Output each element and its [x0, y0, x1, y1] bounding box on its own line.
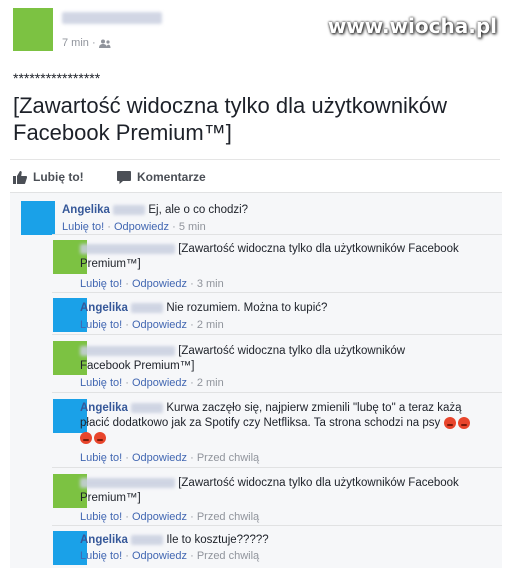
divider: [52, 334, 502, 335]
angry-emoji-icon: [443, 416, 456, 429]
divider: [52, 525, 502, 526]
meta-separator: ·: [91, 37, 96, 49]
comment-time[interactable]: 2 min: [197, 377, 224, 389]
comment-reply-link[interactable]: Odpowiedz: [132, 511, 187, 523]
comment-reply-link[interactable]: Odpowiedz: [132, 278, 187, 290]
comment-time[interactable]: Przed chwilą: [197, 550, 259, 562]
post-stars: ****************: [13, 70, 101, 86]
comment-text: Nie rozumiem. Można to kupić?: [166, 302, 328, 314]
commenter-name[interactable]: Angelika: [80, 302, 128, 314]
divider: [10, 159, 500, 160]
commenter-name[interactable]: Angelika: [62, 204, 110, 216]
comment-like-link[interactable]: Lubię to!: [80, 278, 122, 290]
comment-reply-link[interactable]: Odpowiedz: [114, 221, 169, 233]
commenter-avatar[interactable]: [21, 201, 55, 235]
comment-reply-link[interactable]: Odpowiedz: [132, 550, 187, 562]
comment-body: [Zawartość widoczna tylko dla użytkownik…: [80, 242, 490, 272]
divider: [52, 234, 502, 235]
comment-body: Angelika Ile to kosztuje?????: [80, 533, 490, 548]
comment-body: [Zawartość widoczna tylko dla użytkownik…: [80, 344, 430, 374]
comment-actions: Lubię to! · Odpowiedz · Przed chwilą: [80, 550, 260, 562]
divider: [52, 467, 502, 468]
comment-like-link[interactable]: Lubię to!: [80, 550, 122, 562]
comment-actions: Lubię to! · Odpowiedz · Przed chwilą: [80, 452, 260, 464]
comment-reply-link[interactable]: Odpowiedz: [132, 452, 187, 464]
comment-like-link[interactable]: Lubię to!: [80, 511, 122, 523]
like-action[interactable]: Lubię to!: [13, 170, 84, 184]
post-time[interactable]: 7 min: [62, 37, 89, 49]
commenter-name-blurred[interactable]: [80, 243, 175, 254]
comment-time[interactable]: 3 min: [197, 278, 224, 290]
comment-actions: Lubię to! · Odpowiedz · Przed chwilą: [80, 511, 260, 523]
post-meta: 7 min ·: [62, 37, 111, 49]
divider: [52, 392, 502, 393]
comment-actions: Lubię to! · Odpowiedz · 2 min: [80, 377, 224, 389]
commenter-name-blurred[interactable]: [80, 477, 175, 488]
comment-like-link[interactable]: Lubię to!: [80, 452, 122, 464]
friends-icon: [98, 37, 111, 49]
commenter-surname-blurred: [131, 302, 164, 313]
comment-body: Angelika Ej, ale o co chodzi?: [62, 203, 482, 218]
watermark: www.wiocha.pl: [327, 14, 497, 38]
comment-body: Angelika Nie rozumiem. Można to kupić?: [80, 301, 490, 316]
like-label: Lubię to!: [33, 170, 84, 184]
comment-text: Ej, ale o co chodzi?: [148, 204, 249, 216]
commenter-surname-blurred: [131, 534, 164, 545]
comment-reply-link[interactable]: Odpowiedz: [132, 377, 187, 389]
comment-actions: Lubię to! · Odpowiedz · 5 min: [62, 221, 206, 233]
comment-action[interactable]: Komentarze: [117, 170, 206, 184]
comment-like-link[interactable]: Lubię to!: [80, 377, 122, 389]
post-text: [Zawartość widoczna tylko dla użytkownik…: [13, 93, 448, 145]
comment-actions: Lubię to! · Odpowiedz · 2 min: [80, 319, 224, 331]
post-author-name-blurred[interactable]: [62, 12, 162, 24]
comment-actions: Lubię to! · Odpowiedz · 3 min: [80, 278, 224, 290]
angry-emoji-icon: [94, 431, 106, 444]
comment-body: Angelika Kurwa zaczęło się, najpierw zmi…: [80, 401, 480, 446]
comment-reply-link[interactable]: Odpowiedz: [132, 319, 187, 331]
thumbs-up-icon: [13, 170, 27, 184]
comment-like-link[interactable]: Lubię to!: [80, 319, 122, 331]
comment-text: Ile to kosztuje?????: [166, 534, 269, 546]
comment-time[interactable]: Przed chwilą: [197, 511, 259, 523]
comment-time[interactable]: 2 min: [197, 319, 224, 331]
comment-time[interactable]: Przed chwilą: [197, 452, 259, 464]
comment-icon: [117, 170, 131, 184]
commenter-name[interactable]: Angelika: [80, 534, 128, 546]
angry-emoji-icon: [80, 431, 92, 444]
divider: [52, 292, 502, 293]
post-author-avatar[interactable]: [13, 8, 53, 51]
commenter-name-blurred[interactable]: [80, 345, 175, 356]
commenter-name[interactable]: Angelika: [80, 402, 128, 414]
comment-body: [Zawartość widoczna tylko dla użytkownik…: [80, 476, 490, 506]
comment-time[interactable]: 5 min: [179, 221, 206, 233]
comment-label: Komentarze: [137, 170, 206, 184]
commenter-surname-blurred: [113, 204, 146, 215]
commenter-surname-blurred: [131, 402, 164, 413]
comment-like-link[interactable]: Lubię to!: [62, 221, 104, 233]
angry-emoji-icon: [457, 416, 470, 429]
